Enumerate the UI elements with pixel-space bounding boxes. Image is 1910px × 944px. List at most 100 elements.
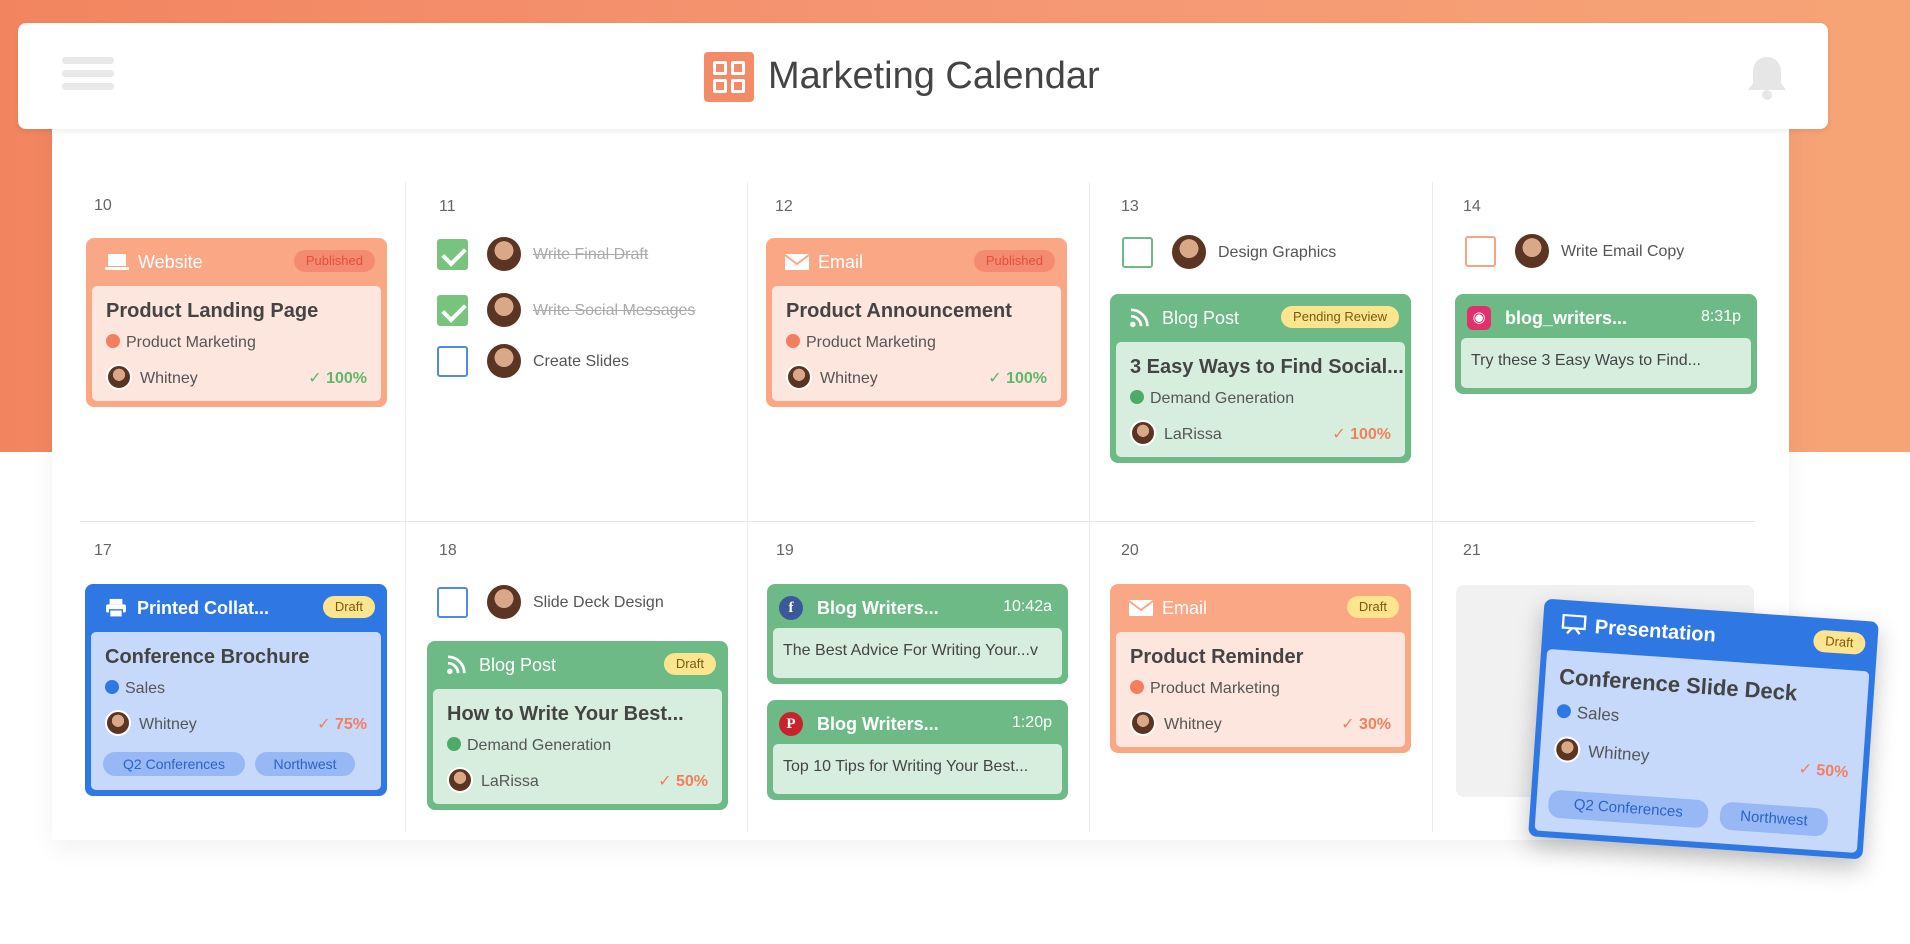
category-label: Product Marketing: [126, 334, 256, 351]
category-dot: [786, 334, 800, 348]
owner-name: Whitney: [140, 370, 198, 387]
task-item[interactable]: Write Social Messages: [437, 291, 695, 329]
progress-value: 100%: [1350, 426, 1391, 443]
facebook-icon: f: [779, 596, 803, 620]
progress-value: 30%: [1358, 716, 1391, 733]
category-label: Product Marketing: [806, 334, 936, 351]
week-divider: [80, 521, 1755, 522]
avatar: [1513, 232, 1551, 270]
avatar: [1553, 735, 1582, 764]
email-card[interactable]: Email Draft Product Reminder Product Mar…: [1110, 584, 1411, 753]
task-label: Write Email Copy: [1561, 243, 1685, 260]
post-time: 1:20p: [1011, 714, 1052, 731]
printed-collateral-card[interactable]: Printed Collat... Draft Conference Broch…: [85, 584, 387, 796]
status-badge: Published: [973, 250, 1055, 272]
day-number: 11: [439, 198, 456, 215]
card-type: Presentation: [1594, 616, 1717, 647]
category-label: Sales: [1576, 703, 1620, 726]
blog-post-card[interactable]: Blog Post Pending Review 3 Easy Ways to …: [1110, 294, 1411, 463]
task-checkbox[interactable]: [437, 587, 468, 618]
status-badge: Pending Review: [1281, 306, 1399, 328]
status-badge: Draft: [1346, 596, 1399, 618]
post-text: Top 10 Tips for Writing Your Best...: [783, 758, 1029, 775]
social-account: blog_writers...: [1505, 308, 1628, 328]
email-card[interactable]: Email Published Product Announcement Pro…: [766, 238, 1067, 407]
instagram-icon: ◉: [1467, 306, 1491, 330]
rss-icon: [447, 655, 466, 675]
column-divider: [1089, 182, 1090, 832]
bell-icon[interactable]: [1744, 53, 1790, 101]
task-label: Slide Deck Design: [533, 594, 664, 611]
category-dot: [1130, 680, 1144, 694]
avatar: [1130, 710, 1156, 736]
card-title: 3 Easy Ways to Find Social...: [1130, 356, 1404, 378]
instagram-card[interactable]: ◉ blog_writers... 8:31p Try these 3 Easy…: [1455, 294, 1757, 394]
calendar-grid-icon: [704, 52, 754, 102]
card-type: Printed Collat...: [137, 598, 270, 618]
column-divider: [1432, 182, 1433, 832]
hamburger-icon[interactable]: [62, 57, 114, 95]
social-account: Blog Writers...: [817, 598, 939, 618]
task-label: Write Final Draft: [533, 246, 649, 263]
task-item[interactable]: Write Final Draft: [437, 235, 687, 273]
pinterest-icon: P: [779, 712, 803, 736]
task-checkbox[interactable]: [437, 295, 468, 326]
category-dot: [106, 334, 120, 348]
blog-post-card[interactable]: Blog Post Draft How to Write Your Best..…: [427, 641, 728, 810]
owner-name: Whitney: [1164, 716, 1222, 733]
avatar: [106, 364, 132, 390]
owner-name: Whitney: [1587, 742, 1651, 766]
task-item[interactable]: Design Graphics: [1122, 233, 1402, 271]
category-label: Demand Generation: [467, 737, 612, 754]
website-card[interactable]: Website Published Product Landing Page P…: [86, 238, 387, 407]
card-type: Blog Post: [1162, 308, 1240, 328]
category-dot: [447, 737, 461, 751]
task-item[interactable]: Slide Deck Design: [437, 583, 717, 621]
task-label: Create Slides: [533, 353, 630, 370]
tag-pill[interactable]: Northwest: [1719, 801, 1829, 837]
category-label: Product Marketing: [1150, 680, 1280, 697]
card-type: Email: [1162, 598, 1208, 618]
progress-value: 50%: [675, 773, 708, 790]
presentation-card-dragging[interactable]: Presentation Draft Conference Slide Deck…: [1528, 598, 1879, 860]
task-label: Write Social Messages: [533, 302, 696, 319]
avatar: [485, 235, 523, 273]
pinterest-card[interactable]: P Blog Writers... 1:20p Top 10 Tips for …: [767, 700, 1068, 800]
task-checkbox[interactable]: [437, 239, 468, 270]
tag-pill[interactable]: Q2 Conferences: [103, 752, 245, 776]
card-title: Product Reminder: [1130, 646, 1304, 668]
envelope-icon: [1128, 600, 1154, 616]
task-checkbox[interactable]: [1122, 237, 1153, 268]
card-title: Conference Brochure: [105, 646, 310, 668]
day-number: 12: [775, 198, 793, 215]
avatar: [1170, 233, 1208, 271]
task-item[interactable]: Write Email Copy: [1465, 232, 1745, 270]
card-type: Website: [138, 252, 203, 272]
tag-pill[interactable]: Q2 Conferences: [1547, 789, 1710, 829]
post-time: 10:42a: [1003, 598, 1052, 615]
facebook-card[interactable]: f Blog Writers... 10:42a The Best Advice…: [767, 584, 1068, 684]
avatar: [485, 583, 523, 621]
owner-name: LaRissa: [481, 773, 539, 790]
task-item[interactable]: Create Slides: [437, 342, 687, 380]
status-badge: Draft: [663, 653, 716, 675]
progress-value: 75%: [334, 716, 367, 733]
avatar: [786, 364, 812, 390]
post-text: The Best Advice For Writing Your...v: [783, 642, 1038, 659]
status-badge: Published: [293, 250, 375, 272]
social-account: Blog Writers...: [817, 714, 939, 734]
rss-icon: [1130, 308, 1149, 328]
day-number: 19: [776, 542, 794, 559]
avatar: [447, 767, 473, 793]
page-title: Marketing Calendar: [768, 55, 1100, 97]
task-checkbox[interactable]: [1465, 236, 1496, 267]
day-number: 21: [1463, 542, 1481, 559]
task-checkbox[interactable]: [437, 346, 468, 377]
post-text: Try these 3 Easy Ways to Find...: [1471, 352, 1701, 369]
envelope-icon: [784, 254, 810, 270]
owner-name: Whitney: [139, 716, 197, 733]
laptop-icon: [105, 254, 129, 270]
progress-value: 100%: [1006, 370, 1047, 387]
card-title: Conference Slide Deck: [1558, 663, 1799, 706]
tag-pill[interactable]: Northwest: [255, 752, 355, 776]
